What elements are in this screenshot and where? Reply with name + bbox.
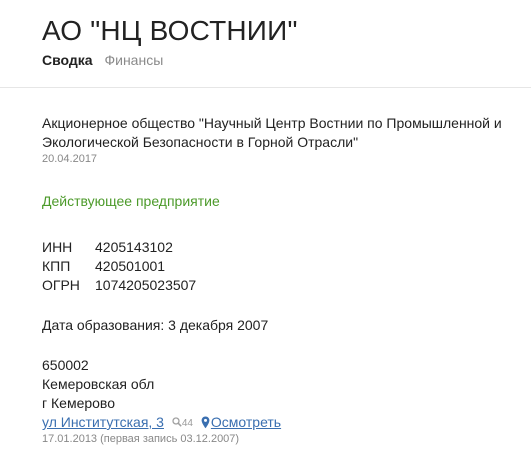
view-map-link[interactable]: Осмотреть [211, 414, 281, 430]
ogrn-label: ОГРН [42, 277, 80, 293]
company-full-name: Акционерное общество "Научный Центр Вост… [42, 115, 502, 150]
inn-row: ИНН 4205143102 [42, 238, 522, 257]
kpp-row: КПП 420501001 [42, 257, 522, 276]
founded-date: Дата образования: 3 декабря 2007 [42, 317, 269, 333]
search-icon [172, 417, 182, 427]
company-summary: Акционерное общество "Научный Центр Вост… [42, 114, 522, 447]
address-street-row: ул Институтская, 3 44 Осмотреть [42, 413, 522, 432]
search-count: 44 [181, 418, 193, 429]
inn-value: 4205143102 [95, 239, 173, 255]
kpp-label: КПП [42, 258, 71, 274]
address-street-link[interactable]: ул Институтская, 3 [42, 414, 164, 430]
status-label: Действующее предприятие [42, 193, 220, 209]
address-postcode: 650002 [42, 357, 89, 373]
tab-finance[interactable]: Финансы [104, 51, 163, 69]
kpp-value: 420501001 [95, 258, 166, 274]
page-title: АО "НЦ ВОСТНИИ" [42, 15, 298, 46]
inn-label: ИНН [42, 239, 73, 255]
address-block: 650002 Кемеровская обл г Кемерово ул Инс… [42, 356, 522, 447]
address-region: Кемеровская обл [42, 376, 155, 392]
tab-summary[interactable]: Сводка [42, 51, 93, 69]
company-page: АО "НЦ ВОСТНИИ" Сводка Финансы Акционерн… [0, 0, 531, 465]
ogrn-value: 1074205023507 [95, 277, 197, 293]
address-date-note: 17.01.2013 (первая запись 03.12.2007) [42, 433, 240, 445]
address-city: г Кемерово [42, 395, 115, 411]
ogrn-row: ОГРН 1074205023507 [42, 276, 522, 295]
registration-date: 20.04.2017 [42, 153, 98, 165]
tab-bar: Сводка Финансы [42, 51, 171, 69]
company-codes: ИНН 4205143102 КПП 420501001 ОГРН 107420502… [42, 238, 522, 295]
header-divider [0, 87, 531, 88]
address-search-badge[interactable]: 44 [172, 414, 193, 433]
